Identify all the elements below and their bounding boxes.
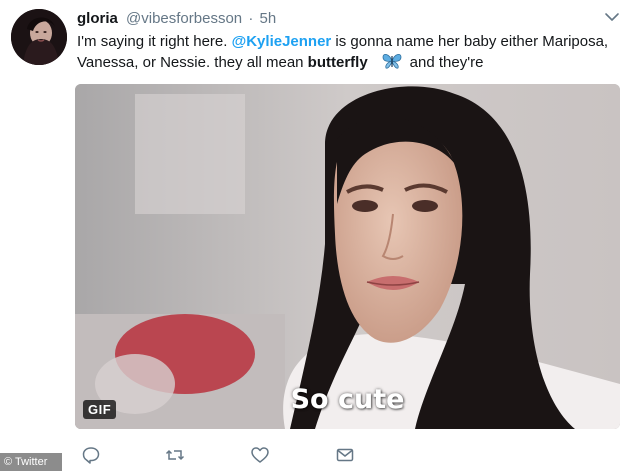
- avatar[interactable]: [11, 9, 67, 65]
- tweet-text-part: and they're: [409, 54, 484, 71]
- bold-word: butterfly: [307, 54, 368, 71]
- gif-caption: So cute: [290, 384, 405, 415]
- retweet-icon[interactable]: [165, 445, 187, 465]
- reply-icon[interactable]: [81, 445, 103, 465]
- gif-media[interactable]: So cute GIF: [75, 84, 620, 429]
- tweet-header: gloria @vibesforbesson · 5h: [77, 10, 276, 28]
- timestamp[interactable]: 5h: [259, 10, 276, 27]
- mention-link[interactable]: @KylieJenner: [232, 33, 332, 50]
- butterfly-icon: [382, 52, 402, 70]
- tweet-text-part: I'm saying it right here.: [77, 33, 232, 50]
- tweet-card: gloria @vibesforbesson · 5h I'm saying i…: [0, 0, 634, 471]
- like-icon[interactable]: [250, 445, 272, 465]
- user-handle[interactable]: @vibesforbesson: [126, 10, 242, 27]
- message-icon[interactable]: [335, 445, 357, 465]
- separator-dot: ·: [248, 10, 254, 27]
- gif-badge: GIF: [83, 400, 117, 419]
- tweet-actions: [75, 445, 395, 465]
- image-credit: © Twitter: [0, 453, 62, 471]
- chevron-down-icon[interactable]: [604, 10, 620, 24]
- display-name[interactable]: gloria: [77, 10, 118, 27]
- tweet-text: I'm saying it right here. @KylieJenner i…: [77, 31, 617, 73]
